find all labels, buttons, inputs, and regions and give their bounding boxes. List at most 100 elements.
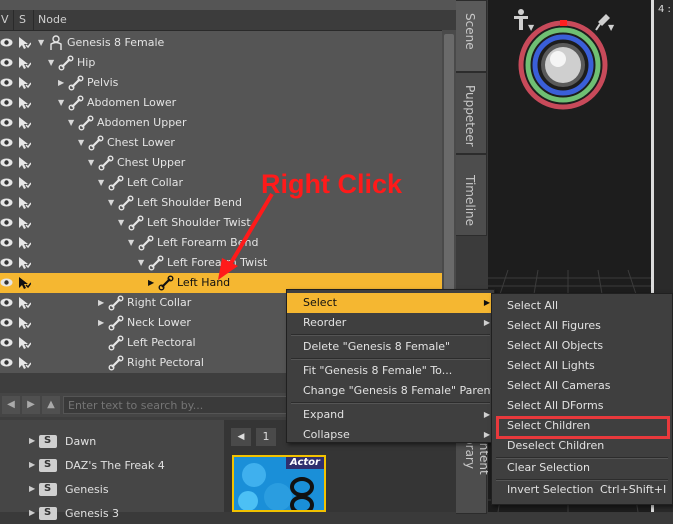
- eye-icon[interactable]: [0, 77, 13, 88]
- column-divider: [13, 10, 14, 30]
- menu-item[interactable]: Fit "Genesis 8 Female" To...: [287, 361, 494, 381]
- tree-row[interactable]: ▶ Pelvis: [0, 73, 442, 93]
- figure-pose-dropdown-icon[interactable]: ▼: [528, 23, 535, 32]
- list-item[interactable]: ▶ S Genesis: [0, 480, 224, 500]
- menu-item[interactable]: Collapse ▶: [287, 425, 494, 445]
- select-cursor-icon[interactable]: [17, 316, 32, 330]
- menu-item[interactable]: Delete "Genesis 8 Female": [287, 337, 494, 357]
- select-cursor-icon[interactable]: [17, 296, 32, 310]
- node-column-header[interactable]: Node: [38, 13, 67, 26]
- eye-icon[interactable]: [0, 177, 13, 188]
- expand-down-icon[interactable]: ▼: [88, 158, 94, 167]
- eye-icon[interactable]: [0, 237, 13, 248]
- menu-item[interactable]: Expand ▶: [287, 405, 494, 425]
- eye-icon[interactable]: [0, 297, 13, 308]
- expand-down-icon[interactable]: ▼: [128, 238, 134, 247]
- menu-item[interactable]: Reorder ▶: [287, 313, 494, 333]
- expand-right-icon[interactable]: ▶: [58, 78, 64, 87]
- submenu-item-label: Invert Selection: [507, 483, 594, 496]
- list-item[interactable]: ▶ S Genesis 3: [0, 504, 224, 524]
- view-gizmo[interactable]: [518, 20, 608, 110]
- expand-arrow-icon[interactable]: ▶: [29, 484, 35, 493]
- expand-down-icon[interactable]: ▼: [58, 98, 64, 107]
- expand-right-icon[interactable]: ▶: [98, 318, 104, 327]
- submenu-item[interactable]: Select All Lights: [492, 356, 672, 376]
- eye-icon[interactable]: [0, 357, 13, 368]
- tree-row[interactable]: ▼ Abdomen Lower: [0, 93, 442, 113]
- select-cursor-icon[interactable]: [17, 56, 32, 70]
- eye-icon[interactable]: [0, 137, 13, 148]
- up-arrow-icon[interactable]: ▲: [42, 396, 60, 414]
- eye-icon[interactable]: [0, 37, 13, 48]
- list-item[interactable]: ▶ S Dawn: [0, 432, 224, 452]
- expand-down-icon[interactable]: ▼: [38, 38, 44, 47]
- select-cursor-icon[interactable]: [17, 216, 32, 230]
- eye-icon[interactable]: [0, 257, 13, 268]
- select-cursor-icon[interactable]: [17, 136, 32, 150]
- select-cursor-icon[interactable]: [17, 156, 32, 170]
- selectable-column-header[interactable]: S: [19, 13, 26, 26]
- select-cursor-icon[interactable]: [17, 336, 32, 350]
- expand-down-icon[interactable]: ▼: [68, 118, 74, 127]
- tree-row-label: Abdomen Lower: [87, 96, 177, 109]
- submenu-item-label: Select All Objects: [507, 339, 604, 352]
- select-cursor-icon[interactable]: [17, 236, 32, 250]
- tab-timeline[interactable]: Timeline: [456, 154, 487, 236]
- select-cursor-icon[interactable]: [17, 76, 32, 90]
- expand-down-icon[interactable]: ▼: [118, 218, 124, 227]
- eye-icon[interactable]: [0, 337, 13, 348]
- eye-icon[interactable]: [0, 277, 13, 288]
- eye-icon[interactable]: [0, 217, 13, 228]
- submenu-item[interactable]: Select All Figures: [492, 316, 672, 336]
- page-number-button[interactable]: 1: [256, 428, 276, 446]
- eye-icon[interactable]: [0, 157, 13, 168]
- submenu-item[interactable]: Select All Objects: [492, 336, 672, 356]
- eye-icon[interactable]: [0, 197, 13, 208]
- expand-right-icon[interactable]: ▶: [148, 278, 154, 287]
- expand-right-icon[interactable]: ▶: [98, 298, 104, 307]
- expand-down-icon[interactable]: ▼: [78, 138, 84, 147]
- expand-down-icon[interactable]: ▼: [108, 198, 114, 207]
- eye-icon[interactable]: [0, 97, 13, 108]
- menu-item[interactable]: Select ▶: [287, 293, 494, 313]
- select-cursor-icon[interactable]: [17, 116, 32, 130]
- list-item-label: Dawn: [65, 435, 97, 448]
- submenu-item[interactable]: Invert Selection Ctrl+Shift+I: [492, 480, 672, 500]
- select-cursor-icon[interactable]: [17, 36, 32, 50]
- select-cursor-icon[interactable]: [17, 356, 32, 370]
- select-cursor-icon[interactable]: [17, 196, 32, 210]
- select-cursor-icon[interactable]: [17, 96, 32, 110]
- page-back-icon[interactable]: ◀: [231, 428, 251, 446]
- list-item[interactable]: ▶ S DAZ's The Freak 4: [0, 456, 224, 476]
- tab-scene[interactable]: Scene: [456, 0, 487, 72]
- submenu-item[interactable]: Select All Cameras: [492, 376, 672, 396]
- select-cursor-icon[interactable]: [17, 276, 32, 290]
- back-arrow-icon[interactable]: ◀: [2, 396, 20, 414]
- eye-icon[interactable]: [0, 57, 13, 68]
- expand-arrow-icon[interactable]: ▶: [29, 436, 35, 445]
- pin-dropdown-icon[interactable]: ▼: [608, 23, 615, 32]
- tree-row-label: Genesis 8 Female: [67, 36, 165, 49]
- figure-pose-icon[interactable]: [514, 9, 528, 30]
- expand-down-icon[interactable]: ▼: [98, 178, 104, 187]
- submenu-item[interactable]: Deselect Children: [492, 436, 672, 456]
- visibility-column-header[interactable]: V: [1, 13, 9, 26]
- submenu-item[interactable]: Select All DForms: [492, 396, 672, 416]
- forward-arrow-icon[interactable]: ▶: [22, 396, 40, 414]
- expand-down-icon[interactable]: ▼: [138, 258, 144, 267]
- select-cursor-icon[interactable]: [17, 176, 32, 190]
- expand-down-icon[interactable]: ▼: [48, 58, 54, 67]
- tab-puppeteer[interactable]: Puppeteer: [456, 72, 487, 154]
- eye-icon[interactable]: [0, 317, 13, 328]
- tree-row[interactable]: ▼ Chest Lower: [0, 133, 442, 153]
- menu-item[interactable]: Change "Genesis 8 Female" Parent...: [287, 381, 505, 401]
- tree-row[interactable]: ▼ Hip: [0, 53, 442, 73]
- tree-row[interactable]: ▼ Abdomen Upper: [0, 113, 442, 133]
- tree-row[interactable]: ▼ Genesis 8 Female: [0, 33, 442, 53]
- submenu-item[interactable]: Select All: [492, 296, 672, 316]
- expand-arrow-icon[interactable]: ▶: [29, 460, 35, 469]
- select-cursor-icon[interactable]: [17, 256, 32, 270]
- submenu-item[interactable]: Clear Selection: [492, 458, 672, 478]
- eye-icon[interactable]: [0, 117, 13, 128]
- expand-arrow-icon[interactable]: ▶: [29, 508, 35, 517]
